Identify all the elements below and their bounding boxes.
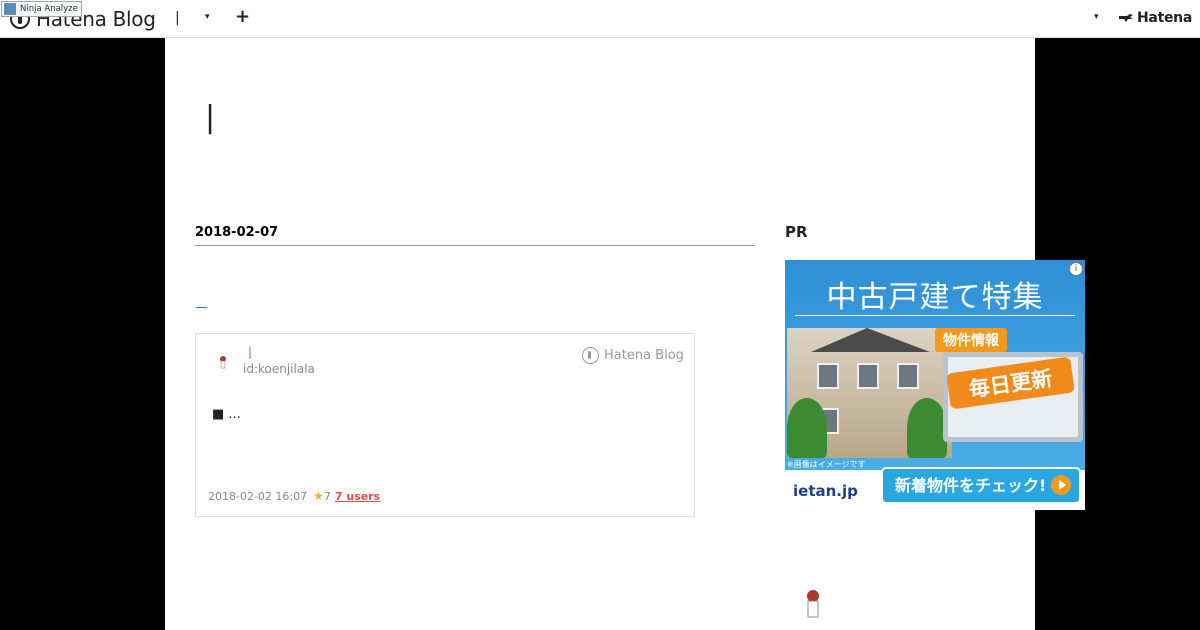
ad-cta-label: 新着物件をチェック! [895, 476, 1047, 495]
pr-heading: PR [785, 223, 808, 241]
star-icon: ★ [313, 489, 324, 503]
embed-post-date: 2018-02-02 16:07 [208, 489, 308, 503]
profile-moon-icon[interactable] [785, 578, 845, 630]
play-arrow-icon [1051, 475, 1071, 495]
entry-date[interactable]: 2018-02-07 [195, 225, 755, 246]
hatena-bird-icon [1119, 14, 1133, 22]
ninja-analyze-icon [4, 3, 16, 15]
moon-avatar-icon [209, 347, 239, 377]
ad-logo: ietan.jp [793, 482, 858, 500]
blog-title[interactable]: | [205, 100, 215, 135]
entry-title-link[interactable]: — [195, 300, 208, 315]
ad-house-image [787, 328, 952, 458]
ad-banner[interactable]: i 中古戸建て特集 物件情報 毎日更新 ※画像はイメージです ietan.jp … [785, 260, 1085, 510]
ad-divider [795, 315, 1075, 316]
blog-embed-card[interactable]: | id:koenjilala Hatena Blog ■ ... 2018-0… [195, 333, 695, 517]
hatena-top-bar: Ninja Analyze Hatena Blog | ▾ + ▾ Hatena [0, 0, 1200, 38]
hatena-blog-logo-icon [582, 347, 599, 364]
blog-menu-chevron-down-icon[interactable]: ▾ [205, 12, 210, 22]
user-menu-chevron-down-icon[interactable]: ▾ [1094, 12, 1099, 22]
embed-hatena-blog-brand[interactable]: Hatena Blog [582, 347, 684, 364]
embed-author-name[interactable]: | [248, 345, 252, 359]
ad-headline: 中古戸建て特集 [826, 280, 1044, 315]
ninja-analyze-badge[interactable]: Ninja Analyze [1, 1, 82, 17]
hatena-logo-link[interactable]: Hatena [1118, 10, 1192, 26]
blog-page: | 2018-02-07 — | id:koenjilala Hatena Bl… [165, 38, 1085, 630]
ad-badge: 物件情報 [935, 328, 1007, 352]
ad-cta-button[interactable]: 新着物件をチェック! [881, 467, 1081, 504]
star-count[interactable]: 7 [324, 490, 331, 503]
embed-excerpt: ■ ... [212, 407, 241, 422]
ninja-analyze-label: Ninja Analyze [20, 4, 78, 14]
embed-author-id[interactable]: id:koenjilala [243, 362, 315, 376]
author-avatar[interactable] [209, 347, 239, 377]
embed-brand-label: Hatena Blog [604, 348, 684, 363]
bookmark-users-link[interactable]: 7 users [335, 490, 380, 503]
blog-title-menu[interactable]: | [175, 10, 180, 26]
embed-footer: 2018-02-02 16:07 ★ 7 7 users [208, 489, 380, 503]
add-button[interactable]: + [235, 6, 250, 27]
ad-image-note: ※画像はイメージです [787, 460, 866, 469]
hatena-wordmark: Hatena [1137, 10, 1192, 26]
